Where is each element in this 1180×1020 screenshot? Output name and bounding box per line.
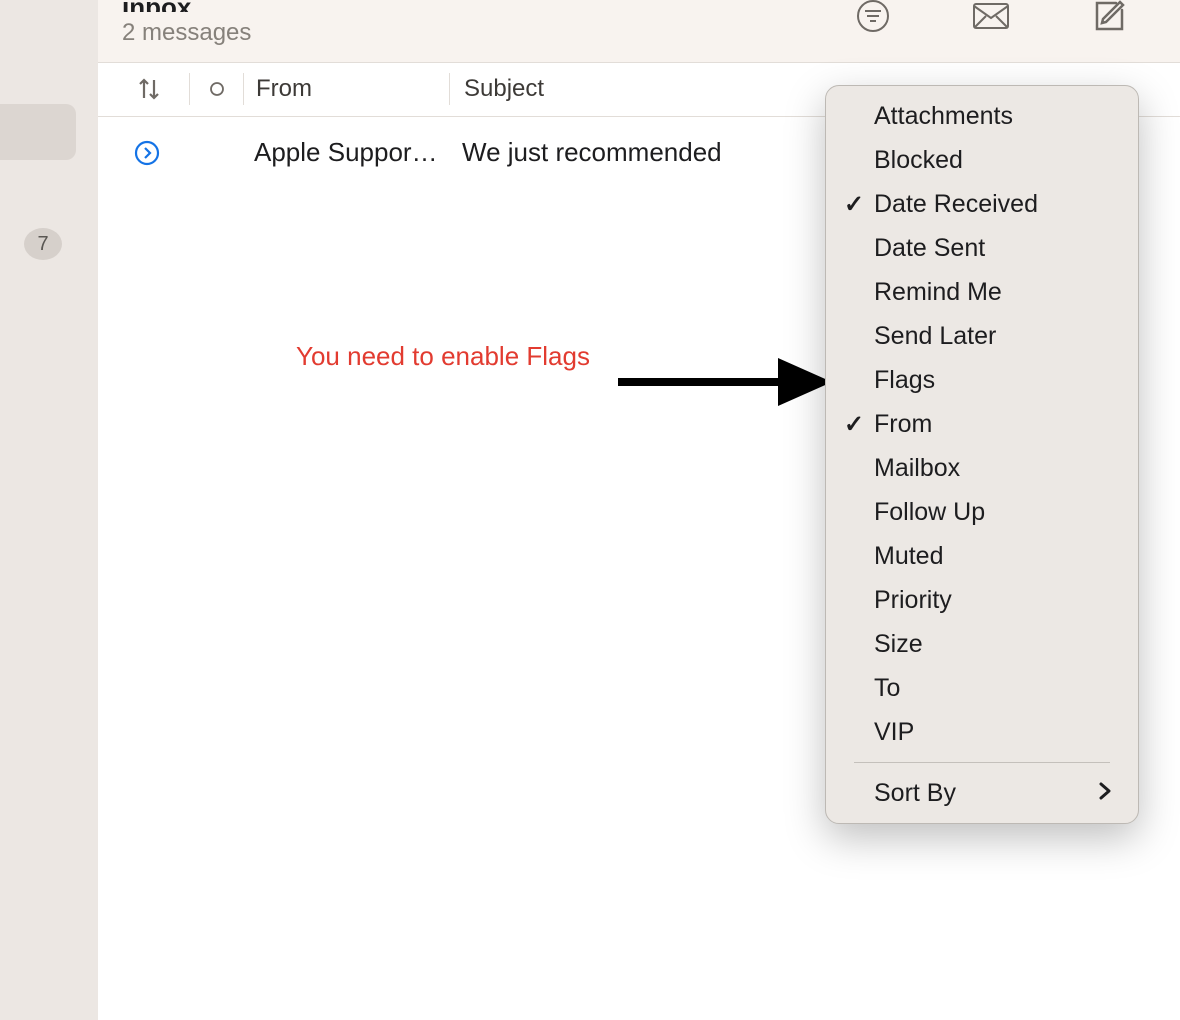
menu-item-sort-by[interactable]: Sort By [826,771,1138,815]
menu-item-blocked[interactable]: Blocked [826,138,1138,182]
envelope-icon[interactable] [972,2,1010,30]
chevron-right-icon [1098,779,1112,808]
thread-indicator-icon[interactable] [126,140,190,166]
sidebar-selected-item[interactable] [0,104,76,160]
toolbar: Inbox 2 messages [98,0,1180,63]
menu-item-attachments[interactable]: Attachments [826,94,1138,138]
menu-item-date-received[interactable]: Date Received [826,182,1138,226]
menu-item-priority[interactable]: Priority [826,578,1138,622]
context-menu: Attachments Blocked Date Received Date S… [825,85,1139,824]
menu-item-mailbox[interactable]: Mailbox [826,446,1138,490]
sort-by-label: Sort By [874,779,956,808]
filter-icon[interactable] [854,2,892,30]
annotation-arrow-icon [618,354,832,410]
compose-icon[interactable] [1090,2,1128,30]
sidebar: 7 [0,0,98,1020]
annotation-text: You need to enable Flags [288,340,598,374]
menu-item-date-sent[interactable]: Date Sent [826,226,1138,270]
menu-item-remind-me[interactable]: Remind Me [826,270,1138,314]
main-area: Inbox 2 messages [98,0,1180,1020]
toolbar-right [854,2,1180,30]
mailbox-title: Inbox [122,2,251,12]
menu-item-to[interactable]: To [826,666,1138,710]
row-from: Apple Suppor… [244,137,448,168]
app-container: 7 Inbox 2 messages [0,0,1180,1020]
menu-separator [854,762,1110,763]
menu-item-flags[interactable]: Flags [826,358,1138,402]
menu-item-from[interactable]: From [826,402,1138,446]
status-column-icon[interactable] [190,73,244,105]
menu-item-vip[interactable]: VIP [826,710,1138,754]
message-count: 2 messages [122,16,251,50]
sidebar-badge[interactable]: 7 [24,228,62,260]
sort-column-icon[interactable] [126,73,190,105]
menu-item-size[interactable]: Size [826,622,1138,666]
menu-item-send-later[interactable]: Send Later [826,314,1138,358]
menu-item-muted[interactable]: Muted [826,534,1138,578]
from-column-header[interactable]: From [246,73,450,105]
menu-item-follow-up[interactable]: Follow Up [826,490,1138,534]
toolbar-left: Inbox 2 messages [122,2,251,50]
